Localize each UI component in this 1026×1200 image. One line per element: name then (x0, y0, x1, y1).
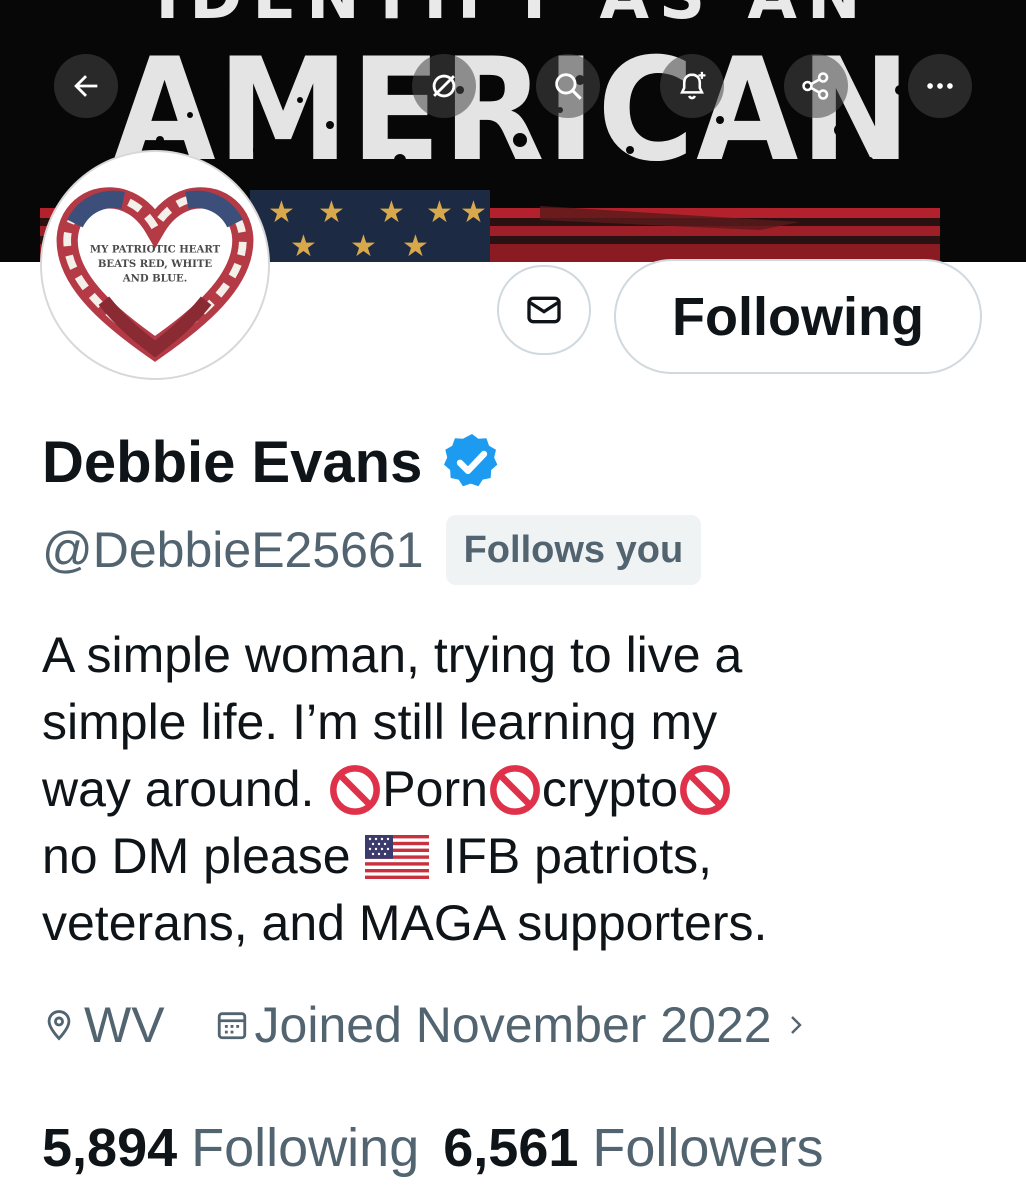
avatar-heart-hands-image: MY PATRIOTIC HEART BEATS RED, WHITE AND … (46, 156, 264, 374)
calendar-icon (217, 1012, 246, 1040)
username-handle: @DebbieE25661 (42, 522, 424, 578)
search-icon (555, 73, 582, 100)
name-row: Debbie Evans (42, 422, 504, 502)
hide-reposts-icon (432, 74, 456, 98)
chevron-right-icon[interactable] (784, 1010, 808, 1040)
display-name: Debbie Evans (42, 429, 423, 495)
followers-label[interactable]: Followers (592, 1117, 823, 1179)
bio-line-1: A simple woman, trying to live a (42, 627, 743, 683)
following-count[interactable]: 5,894 (42, 1117, 177, 1179)
follows-you-badge: Follows you (445, 515, 702, 585)
bio-line-4b: IFB patriots, (442, 828, 713, 884)
following-label[interactable]: Following (191, 1117, 419, 1179)
notification-bell-plus-icon (680, 71, 706, 100)
avatar-caption-line3: AND BLUE. (122, 272, 188, 284)
us-flag-icon (364, 834, 429, 879)
bio-line-3b: Porn (382, 761, 488, 817)
more-options-button[interactable] (908, 54, 972, 118)
bio-line-3c: crypto (541, 761, 679, 817)
bio-line-2: simple life. I’m still learning my (42, 694, 718, 750)
no-entry-icon (330, 764, 381, 815)
back-arrow-icon (74, 75, 98, 97)
followers-count[interactable]: 6,561 (443, 1117, 578, 1179)
follow-stats: 5,894 Following 6,561 Followers (42, 1110, 823, 1185)
no-entry-icon (489, 764, 540, 815)
bio-line-5: veterans, and MAGA supporters. (42, 895, 768, 951)
search-button[interactable] (536, 54, 600, 118)
profile-bio: A simple woman, trying to live a simple … (42, 622, 1002, 957)
notifications-button[interactable] (660, 54, 724, 118)
share-icon (802, 72, 829, 100)
message-button[interactable] (497, 265, 591, 355)
profile-meta: WV Joined November 2022 (42, 990, 808, 1060)
location-text: WV (84, 997, 165, 1053)
location-pin-icon (47, 1010, 71, 1041)
bio-line-3a: way around. (42, 761, 329, 817)
handle-row: @DebbieE25661 Follows you (42, 514, 702, 586)
hide-reposts-button[interactable] (412, 54, 476, 118)
no-entry-icon (680, 764, 730, 815)
following-button[interactable]: Following (614, 259, 982, 374)
envelope-icon (527, 296, 561, 324)
avatar-caption-line2: BEATS RED, WHITE (98, 258, 213, 270)
more-options-icon (927, 83, 953, 89)
bio-line-4a: no DM please (42, 828, 351, 884)
verified-badge-icon[interactable] (440, 430, 504, 494)
back-button[interactable] (54, 54, 118, 118)
avatar-caption-line1: MY PATRIOTIC HEART (90, 243, 221, 255)
avatar[interactable]: MY PATRIOTIC HEART BEATS RED, WHITE AND … (42, 152, 268, 378)
joined-date-link[interactable]: Joined November 2022 (255, 996, 772, 1054)
share-button[interactable] (784, 54, 848, 118)
